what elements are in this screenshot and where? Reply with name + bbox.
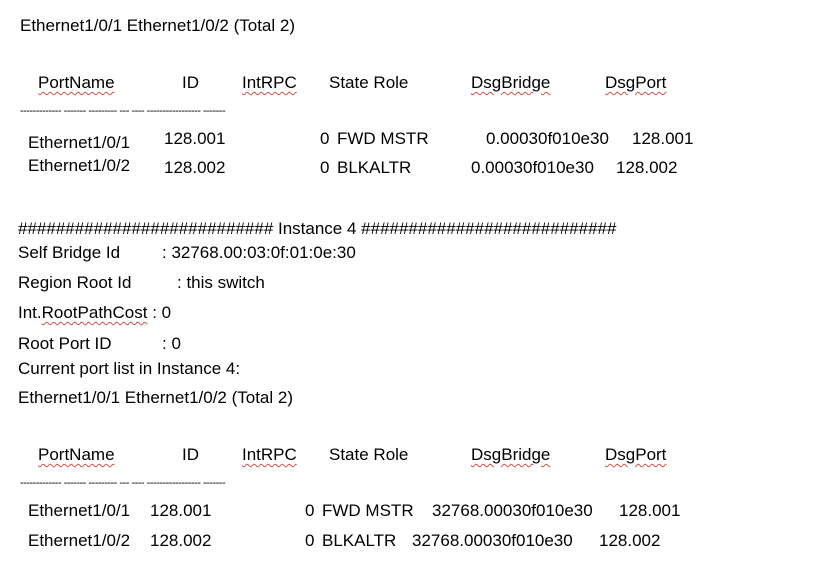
header-portname: PortName [38, 73, 115, 92]
header-dsgport: DsgPort [605, 445, 667, 464]
instance-banner: ########################### Instance 4 #… [18, 219, 617, 238]
cell-state-role: FWD MSTR [337, 129, 429, 148]
header-id: ID [182, 73, 199, 92]
cell-dsgport: 128.001 [632, 129, 694, 148]
region-root-value: : this switch [177, 273, 265, 292]
header-intrpc: IntRPC [242, 445, 297, 464]
cell-dsgport: 128.001 [619, 501, 681, 520]
header-state-role: State Role [329, 445, 409, 464]
cell-intrpc: 0 [305, 531, 315, 550]
cell-intrpc: 0 [305, 501, 315, 520]
cell-id: 128.001 [150, 501, 212, 520]
cell-intrpc: 0 [320, 129, 330, 148]
cell-port: Ethernet1/0/2 [28, 156, 131, 175]
cell-id: 128.002 [164, 158, 226, 177]
header-dsgbridge: DsgBridge [471, 73, 551, 92]
cell-id: 128.002 [150, 531, 212, 550]
cell-state-role: FWD MSTR [322, 501, 414, 520]
header-id: ID [182, 445, 199, 464]
port-list-line: Ethernet1/0/1 Ethernet1/0/2 (Total 2) [20, 16, 296, 35]
cell-intrpc: 0 [320, 158, 330, 177]
cell-state-role: BLKALTR [322, 531, 397, 550]
cell-dsgbridge: 32768.00030f010e30 [412, 531, 573, 550]
root-path-cost-value: : 0 [152, 303, 172, 322]
cell-dsgbridge: 32768.00030f010e30 [432, 501, 593, 520]
cell-port: Ethernet1/0/1 [28, 133, 131, 152]
region-root-label: Region Root Id [18, 273, 132, 292]
header-dsgport: DsgPort [605, 73, 667, 92]
header-dsgbridge: DsgBridge [471, 445, 551, 464]
cell-port: Ethernet1/0/2 [28, 531, 131, 550]
table-divider: ------------- ------- --------- --- ----… [20, 477, 226, 489]
header-state-role: State Role [329, 73, 409, 92]
cell-dsgport: 128.002 [616, 158, 678, 177]
header-portname: PortName [38, 445, 115, 464]
cell-dsgbridge: 0.00030f010e30 [471, 158, 594, 177]
cell-dsgport: 128.002 [599, 531, 661, 550]
root-port-label: Root Port ID [18, 334, 112, 353]
cell-port: Ethernet1/0/1 [28, 501, 131, 520]
cell-state-role: BLKALTR [337, 158, 412, 177]
header-intrpc: IntRPC [242, 73, 297, 92]
self-bridge-label: Self Bridge Id [18, 243, 121, 262]
port-list-line: Ethernet1/0/1 Ethernet1/0/2 (Total 2) [18, 388, 294, 407]
root-port-value: : 0 [162, 334, 181, 353]
self-bridge-value: : 32768.00:03:0f:01:0e:30 [162, 243, 356, 262]
current-port-list-label: Current port list in Instance 4: [18, 359, 241, 378]
root-path-cost-label: RootPathCost [41, 303, 148, 322]
cell-dsgbridge: 0.00030f010e30 [486, 129, 609, 148]
root-path-cost-prefix: Int. [18, 303, 42, 322]
table-divider: ------------- ------- --------- --- ----… [20, 105, 226, 117]
root-path-cost-line: Int.RootPathCost : 0 [18, 303, 171, 323]
cell-id: 128.001 [164, 129, 226, 148]
